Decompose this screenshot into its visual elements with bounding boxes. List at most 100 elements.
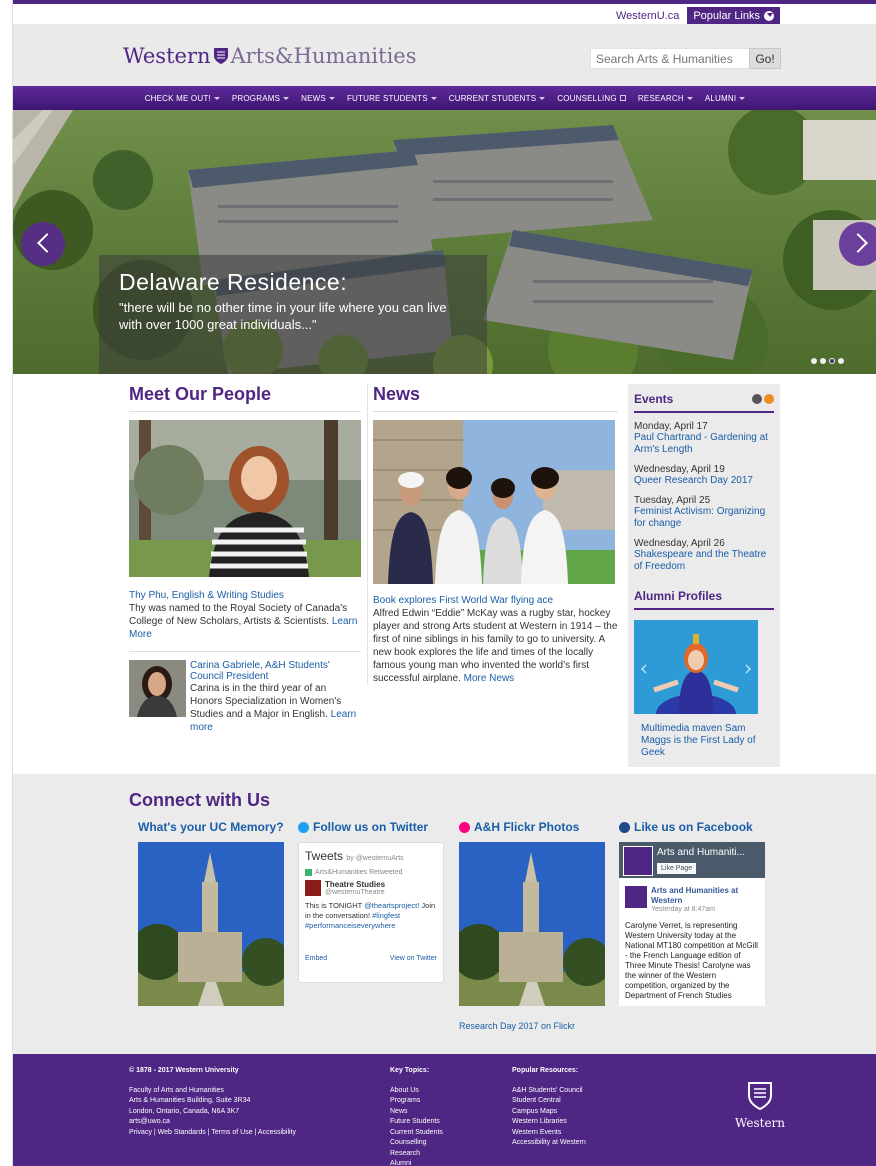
- external-link-icon: [619, 95, 626, 101]
- flickr-heading[interactable]: A&H Flickr Photos: [459, 820, 609, 834]
- person2-text: Carina Gabriele, A&H Students' Council P…: [190, 660, 361, 734]
- nav-item-future-students[interactable]: FUTURE STUDENTS: [347, 94, 437, 103]
- thy-phu-photo[interactable]: [129, 420, 361, 577]
- tweet-author-handle: @westernuTheatre: [325, 889, 385, 896]
- facebook-poster-name[interactable]: Arts and Humanities at Western: [651, 886, 759, 906]
- nav-item-counselling[interactable]: COUNSELLING: [557, 94, 626, 103]
- retweeted-label: Arts&Humanities Retweeted: [315, 869, 403, 876]
- tweet-message: This is TONIGHT @theartsproject! Join in…: [305, 901, 437, 931]
- twitter-heading-label: Follow us on Twitter: [313, 820, 429, 834]
- nav-item-check-me-out[interactable]: CHECK ME OUT!: [145, 94, 220, 103]
- footer-logo[interactable]: Western: [735, 1081, 785, 1130]
- rss-icon[interactable]: [764, 394, 774, 404]
- news-title-link[interactable]: Book explores First World War flying ace: [373, 595, 618, 606]
- event-item: Monday, April 17 Paul Chartrand - Gardeni…: [634, 421, 774, 456]
- event-title-link[interactable]: Paul Chartrand - Gardening at Arm's Leng…: [634, 432, 774, 456]
- news-photo[interactable]: [373, 420, 615, 584]
- footer-key-topic-link[interactable]: Programs: [390, 1096, 490, 1107]
- people-heading: Meet Our People: [129, 384, 272, 404]
- footer-key-topic-link[interactable]: Research: [390, 1149, 490, 1160]
- nav-item-alumni[interactable]: ALUMNI: [705, 94, 746, 103]
- events-feed-icons: [752, 394, 774, 404]
- footer-address-line[interactable]: arts@uwo.ca: [129, 1117, 369, 1128]
- footer-resource-link[interactable]: Student Central: [512, 1096, 642, 1107]
- tweet-mention[interactable]: @theartsproject!: [364, 901, 419, 910]
- footer-address-line[interactable]: London, Ontario, Canada, N6A 3K7: [129, 1107, 369, 1118]
- calendar-icon[interactable]: [752, 394, 762, 404]
- facebook-heading[interactable]: Like us on Facebook: [619, 820, 769, 834]
- hero-text: "there will be no other time in your lif…: [119, 300, 447, 332]
- person2-name-link[interactable]: Carina Gabriele, A&H Students' Council P…: [190, 660, 361, 682]
- event-title-link[interactable]: Feminist Activism: Organizing for change: [634, 506, 774, 530]
- caret-down-icon: [686, 96, 693, 103]
- footer-key-topic-link[interactable]: Counselling: [390, 1138, 490, 1149]
- tweet-author[interactable]: Theatre Studies @westernuTheatre: [305, 880, 437, 896]
- person1-name-link[interactable]: Thy Phu, English & Writing Studies: [129, 590, 361, 601]
- footer-key-topic-link[interactable]: News: [390, 1107, 490, 1118]
- more-news-link[interactable]: More News: [464, 673, 515, 684]
- hero-dot[interactable]: [829, 358, 835, 364]
- tweets-by[interactable]: by @westernuArts: [346, 855, 403, 862]
- alumni-photo[interactable]: [634, 620, 758, 734]
- connect-band: Connect with Us What's your UC Memory? F…: [13, 774, 876, 1054]
- facebook-page-name[interactable]: Arts and Humaniti...: [657, 847, 745, 858]
- chevron-down-icon: [764, 11, 774, 21]
- facebook-page-avatar[interactable]: [623, 846, 653, 876]
- facebook-post-time[interactable]: Yesterday at 8:47am: [651, 906, 759, 913]
- popular-links-button[interactable]: Popular Links: [687, 7, 780, 25]
- tweet-author-name: Theatre Studies: [325, 880, 386, 889]
- event-title-link[interactable]: Queer Research Day 2017: [634, 475, 774, 487]
- search-go-button[interactable]: Go!: [749, 48, 781, 69]
- footer-address-line[interactable]: Faculty of Arts and Humanities: [129, 1086, 369, 1097]
- page: WesternU.ca Popular Links Western Arts&H…: [12, 0, 876, 1166]
- facebook-like-button[interactable]: Like Page: [657, 863, 697, 874]
- tweet-avatar: [305, 880, 321, 896]
- nav-item-current-students[interactable]: CURRENT STUDENTS: [449, 94, 546, 103]
- nav-item-news[interactable]: NEWS: [301, 94, 335, 103]
- tweet-author-names: Theatre Studies @westernuTheatre: [325, 880, 385, 896]
- site-logo[interactable]: Western Arts&Humanities: [123, 44, 417, 68]
- flickr-photo[interactable]: [451, 842, 611, 1006]
- twitter-heading[interactable]: Follow us on Twitter: [298, 820, 448, 834]
- caret-down-icon: [430, 96, 437, 103]
- footer-resource-link[interactable]: A&H Students' Council: [512, 1086, 642, 1097]
- hero-dot[interactable]: [820, 358, 826, 364]
- search-input[interactable]: [590, 48, 752, 69]
- flickr-caption-link[interactable]: Research Day 2017 on Flickr: [459, 1021, 609, 1031]
- nav-item-programs[interactable]: PROGRAMS: [232, 94, 290, 103]
- hero-caption: Delaware Residence: "there will be no ot…: [99, 255, 487, 374]
- hero-prev-button[interactable]: [21, 222, 65, 266]
- footer-resource-link[interactable]: Western Libraries: [512, 1117, 642, 1128]
- uc-memory-heading[interactable]: What's your UC Memory?: [138, 820, 288, 834]
- embed-link[interactable]: Embed: [305, 955, 327, 962]
- footer-resource-link[interactable]: Western Events: [512, 1128, 642, 1139]
- westernu-link[interactable]: WesternU.ca: [614, 10, 681, 22]
- view-on-twitter-link[interactable]: View on Twitter: [390, 955, 437, 962]
- hero-dot[interactable]: [811, 358, 817, 364]
- footer-key-topic-link[interactable]: Current Students: [390, 1128, 490, 1139]
- main-nav: CHECK ME OUT! PROGRAMS NEWS FUTURE STUDENTS…: [13, 86, 876, 110]
- nav-item-research[interactable]: RESEARCH: [638, 94, 693, 103]
- footer-popular-resources: Popular Resources: A&H Students' Council…: [512, 1066, 642, 1149]
- facebook-post-avatar[interactable]: [625, 886, 647, 908]
- hero-next-button[interactable]: [839, 222, 876, 266]
- footer-key-topic-link[interactable]: Future Students: [390, 1117, 490, 1128]
- sidebar: Events Monday, April 17 Paul Chartrand - …: [628, 384, 780, 767]
- alumni-caption-link[interactable]: Multimedia maven Sam Maggs is the First …: [641, 723, 771, 759]
- carina-gabriele-photo[interactable]: [129, 660, 186, 717]
- uc-tower-photo[interactable]: [130, 842, 290, 1006]
- footer-resource-link[interactable]: Campus Maps: [512, 1107, 642, 1118]
- popular-resources-heading: Popular Resources:: [512, 1067, 579, 1074]
- footer-address-line[interactable]: Privacy | Web Standards | Terms of Use |…: [129, 1128, 369, 1139]
- chevron-left-icon: [37, 233, 57, 253]
- footer-key-topic-link[interactable]: Alumni: [390, 1159, 490, 1166]
- hero-dot[interactable]: [838, 358, 844, 364]
- footer-address-line[interactable]: Arts & Humanities Building, Suite 3R34: [129, 1096, 369, 1107]
- event-title-link[interactable]: Shakespeare and the Theatre of Freedom: [634, 549, 774, 573]
- divider: [129, 411, 361, 412]
- caret-down-icon: [283, 96, 290, 103]
- footer-key-topic-link[interactable]: About Us: [390, 1086, 490, 1097]
- tweet-text-1: This is TONIGHT: [305, 901, 363, 910]
- footer-resource-link[interactable]: Accessibility at Western: [512, 1138, 642, 1149]
- event-item: Wednesday, April 26 Shakespeare and the T…: [634, 538, 774, 573]
